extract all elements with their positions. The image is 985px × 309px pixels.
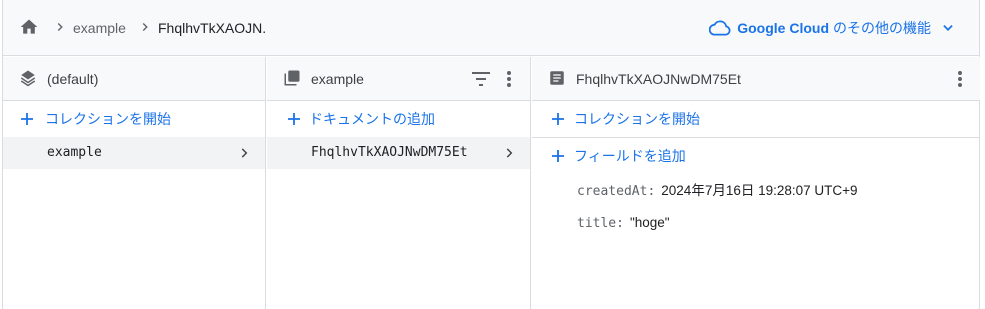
collection-panel-title: example — [311, 71, 364, 87]
chevron-right-icon — [241, 148, 248, 158]
root-panel-title: (default) — [47, 71, 99, 87]
document-panel: FhqlhvTkXAOJNwDM75Et コレクションを開始 フィールドを追加 … — [532, 57, 980, 309]
collection-name: example — [47, 145, 102, 160]
field-row: createdAt: 2024年7月16日 19:28:07 UTC+9 — [577, 183, 858, 200]
more-features-label: のその他の機能 — [833, 20, 931, 36]
add-field-label: フィールドを追加 — [574, 148, 686, 164]
start-subcollection-button[interactable]: コレクションを開始 — [532, 101, 980, 137]
document-icon — [550, 71, 564, 85]
start-collection-button[interactable]: コレクションを開始 — [3, 101, 265, 137]
more-vert-icon[interactable] — [951, 69, 969, 89]
field-key[interactable]: title: — [577, 216, 624, 231]
more-vert-icon[interactable] — [500, 69, 518, 89]
chevron-right-icon — [506, 148, 513, 158]
chevron-right-icon — [142, 23, 148, 31]
collection-icon — [284, 70, 300, 86]
collection-panel: example ドキュメントの追加 FhqlhvTkXAOJNwDM75Et — [267, 57, 531, 309]
start-collection-label: コレクションを開始 — [45, 111, 171, 127]
google-cloud-label: Google Cloud — [737, 20, 829, 36]
field-value[interactable]: "hoge" — [630, 215, 670, 230]
add-document-label: ドキュメントの追加 — [309, 111, 435, 127]
filter-icon[interactable] — [471, 70, 491, 88]
breadcrumb-item-collection[interactable]: example — [73, 19, 126, 37]
firestore-data-viewer: example FhqlhvTkXAOJN. Google Cloud のその他… — [2, 0, 980, 309]
database-layers-icon — [20, 70, 36, 87]
add-field-button[interactable]: フィールドを追加 — [532, 138, 980, 174]
plus-icon — [552, 150, 564, 162]
document-panel-title: FhqlhvTkXAOJNwDM75Et — [576, 71, 741, 87]
field-value[interactable]: 2024年7月16日 19:28:07 UTC+9 — [661, 183, 857, 198]
field-row: title: "hoge" — [577, 215, 670, 232]
root-panel-header: (default) — [3, 57, 265, 101]
document-id: FhqlhvTkXAOJNwDM75Et — [311, 145, 468, 160]
root-panel: (default) コレクションを開始 example — [3, 57, 266, 309]
plus-icon — [288, 113, 300, 125]
breadcrumb-item-document: FhqlhvTkXAOJN. — [158, 20, 267, 36]
cloud-icon — [709, 20, 731, 36]
home-icon[interactable] — [19, 17, 39, 37]
plus-icon — [552, 113, 564, 125]
start-subcollection-label: コレクションを開始 — [574, 111, 700, 127]
collection-list-item[interactable]: example — [3, 137, 265, 169]
document-list-item[interactable]: FhqlhvTkXAOJNwDM75Et — [267, 137, 530, 169]
breadcrumb: example FhqlhvTkXAOJN. Google Cloud のその他… — [3, 0, 979, 56]
chevron-down-icon[interactable] — [941, 21, 955, 35]
document-panel-header: FhqlhvTkXAOJNwDM75Et — [532, 57, 980, 101]
google-cloud-more-features-link[interactable]: Google Cloud のその他の機能 — [709, 16, 955, 40]
field-key[interactable]: createdAt: — [577, 184, 655, 199]
chevron-right-icon — [57, 23, 63, 31]
collection-panel-header: example — [267, 57, 530, 101]
plus-icon — [21, 113, 33, 125]
add-document-button[interactable]: ドキュメントの追加 — [267, 101, 530, 137]
